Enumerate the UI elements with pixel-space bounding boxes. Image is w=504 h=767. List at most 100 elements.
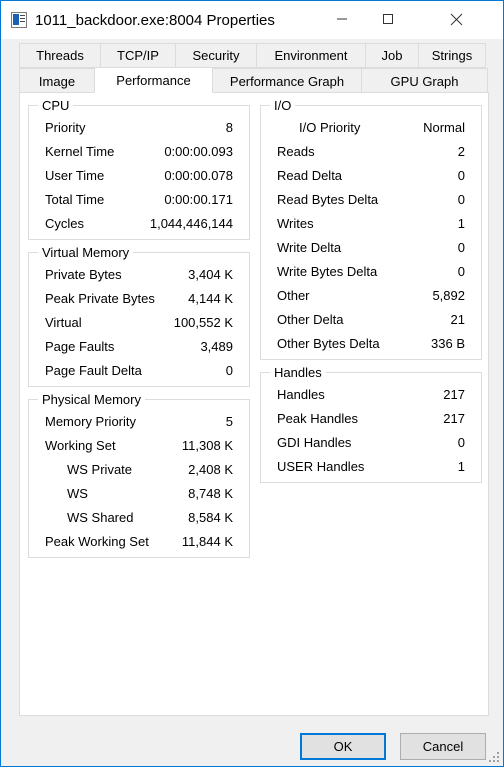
metric-row: Peak Working Set 11,844 K xyxy=(29,529,249,553)
metric-row: Memory Priority 5 xyxy=(29,409,249,433)
group-cpu-rows: Priority 8 Kernel Time 0:00:00.093 User Time… xyxy=(29,106,249,235)
metric-value: 11,844 K xyxy=(181,533,233,549)
metric-row: WS Private 2,408 K xyxy=(29,457,249,481)
metric-row: Priority 8 xyxy=(29,115,249,139)
metric-label: Working Set xyxy=(45,437,116,453)
metric-value: 1 xyxy=(457,458,465,474)
tab-environment[interactable]: Environment xyxy=(256,43,366,68)
metric-label: Write Bytes Delta xyxy=(277,263,378,279)
metric-row: USER Handles 1 xyxy=(261,454,481,478)
metric-row: Virtual 100,552 K xyxy=(29,310,249,334)
cancel-button[interactable]: Cancel xyxy=(400,733,486,760)
resize-grip-icon[interactable] xyxy=(488,751,501,764)
metric-label: Peak Working Set xyxy=(45,533,149,549)
metric-label: Other Delta xyxy=(277,311,344,327)
metric-row: Write Bytes Delta 0 xyxy=(261,259,481,283)
metric-label: Page Faults xyxy=(45,338,115,354)
metric-row: Other Bytes Delta 336 B xyxy=(261,331,481,355)
metric-value: 5 xyxy=(225,413,233,429)
metric-label: WS xyxy=(67,485,88,501)
maximize-button[interactable] xyxy=(365,1,411,37)
metric-row: Private Bytes 3,404 K xyxy=(29,262,249,286)
metric-label: Peak Handles xyxy=(277,410,358,426)
metric-value: 0:00:00.093 xyxy=(164,143,233,159)
metric-row: Other Delta 21 xyxy=(261,307,481,331)
metric-label: WS Shared xyxy=(67,509,134,525)
metric-value: 1 xyxy=(457,215,465,231)
tab-strings[interactable]: Strings xyxy=(418,43,486,68)
minimize-button[interactable] xyxy=(319,1,365,37)
metric-label: Cycles xyxy=(45,215,85,231)
metric-row: Other 5,892 xyxy=(261,283,481,307)
group-virtual-memory-rows: Private Bytes 3,404 K Peak Private Bytes 4,… xyxy=(29,253,249,382)
metric-value: 2,408 K xyxy=(188,461,233,477)
tab-strip: Threads TCP/IP Security Environment Job Strin… xyxy=(19,43,489,93)
group-physical-memory-label: Physical Memory xyxy=(38,392,145,407)
ok-button[interactable]: OK xyxy=(300,733,386,760)
metric-label: WS Private xyxy=(67,461,133,477)
metric-row: Working Set 11,308 K xyxy=(29,433,249,457)
group-io-rows: I/O Priority Normal Reads 2 Read Delta 0 Read … xyxy=(261,106,481,355)
metric-label: Priority xyxy=(45,119,86,135)
metric-label: Other xyxy=(277,287,310,303)
metric-label: I/O Priority xyxy=(299,119,361,135)
metric-label: GDI Handles xyxy=(277,434,352,450)
tab-image[interactable]: Image xyxy=(19,68,95,93)
metric-value: 217 xyxy=(443,386,465,402)
metric-row: GDI Handles 0 xyxy=(261,430,481,454)
metric-value: 0 xyxy=(457,167,465,183)
metric-value: 0 xyxy=(225,362,233,378)
performance-tab-page: CPU Priority 8 Kernel Time 0:00:00.093 User … xyxy=(19,92,489,716)
tab-security[interactable]: Security xyxy=(175,43,257,68)
metric-row: Peak Handles 217 xyxy=(261,406,481,430)
maximize-icon xyxy=(383,14,393,24)
group-virtual-memory-label: Virtual Memory xyxy=(38,245,134,260)
metric-value: 100,552 K xyxy=(173,314,233,330)
metric-label: User Time xyxy=(45,167,105,183)
metric-label: Private Bytes xyxy=(45,266,122,282)
metric-label: Read Delta xyxy=(277,167,343,183)
group-virtual-memory: Virtual Memory Private Bytes 3,404 K Peak … xyxy=(28,245,250,387)
metric-label: Read Bytes Delta xyxy=(277,191,379,207)
group-handles: Handles Handles 217 Peak Handles 217 GDI Han… xyxy=(260,365,482,483)
metric-value: 0:00:00.078 xyxy=(164,167,233,183)
metric-value: 8,584 K xyxy=(188,509,233,525)
tab-performance-graph[interactable]: Performance Graph xyxy=(212,68,362,93)
metric-label: Reads xyxy=(277,143,315,159)
metric-value: 1,044,446,144 xyxy=(149,215,233,231)
tab-row-upper: Threads TCP/IP Security Environment Job Strin… xyxy=(19,43,489,68)
tab-gpu-graph[interactable]: GPU Graph xyxy=(361,68,488,93)
properties-dialog-window: 1011_backdoor.exe:8004 Properties Thread… xyxy=(0,0,504,767)
metric-value: 3,404 K xyxy=(188,266,233,282)
metric-row: Peak Private Bytes 4,144 K xyxy=(29,286,249,310)
dialog-footer: OK Cancel xyxy=(1,717,503,766)
metric-value: 8,748 K xyxy=(188,485,233,501)
metric-label: Total Time xyxy=(45,191,105,207)
metric-row: Kernel Time 0:00:00.093 xyxy=(29,139,249,163)
metric-row: I/O Priority Normal xyxy=(261,115,481,139)
tab-threads[interactable]: Threads xyxy=(19,43,101,68)
metric-row: User Time 0:00:00.078 xyxy=(29,163,249,187)
metric-row: Page Fault Delta 0 xyxy=(29,358,249,382)
group-cpu: CPU Priority 8 Kernel Time 0:00:00.093 User … xyxy=(28,98,250,240)
metric-label: Peak Private Bytes xyxy=(45,290,155,306)
metric-value: 2 xyxy=(457,143,465,159)
group-cpu-label: CPU xyxy=(38,98,74,113)
tab-tcp-ip[interactable]: TCP/IP xyxy=(100,43,176,68)
metric-label: Virtual xyxy=(45,314,82,330)
metric-value: 11,308 K xyxy=(181,437,233,453)
metric-label: Page Fault Delta xyxy=(45,362,142,378)
metric-value: 0 xyxy=(457,191,465,207)
metric-label: Writes xyxy=(277,215,314,231)
tab-job[interactable]: Job xyxy=(365,43,419,68)
metric-row: Read Bytes Delta 0 xyxy=(261,187,481,211)
metric-row: Reads 2 xyxy=(261,139,481,163)
metric-value: 217 xyxy=(443,410,465,426)
group-io-label: I/O xyxy=(270,98,296,113)
metric-value: 5,892 xyxy=(432,287,465,303)
metric-label: Write Delta xyxy=(277,239,342,255)
close-button[interactable] xyxy=(433,1,479,37)
tab-performance[interactable]: Performance xyxy=(94,67,213,93)
metric-label: Memory Priority xyxy=(45,413,137,429)
metric-label: Kernel Time xyxy=(45,143,115,159)
